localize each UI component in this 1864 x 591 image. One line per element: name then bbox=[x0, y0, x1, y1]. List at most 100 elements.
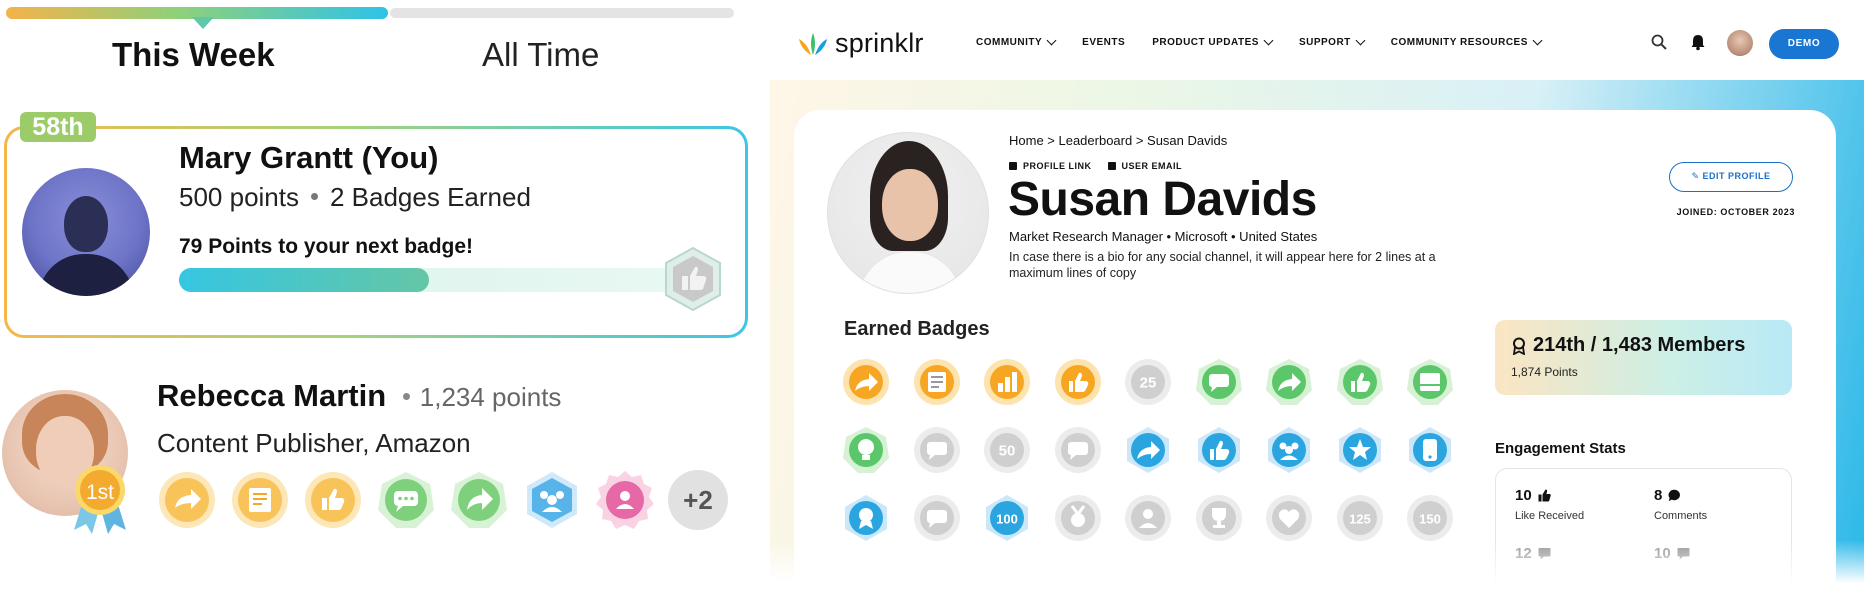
current-user-meta: 500 points 2 Badges Earned bbox=[179, 182, 531, 213]
profile-link-label: PROFILE LINK bbox=[1023, 161, 1092, 171]
logo-text: sprinklr bbox=[835, 28, 924, 58]
heart-badge-icon[interactable] bbox=[1265, 494, 1313, 542]
rank-points: 1,874 Points bbox=[1511, 365, 1578, 379]
leaderboard-panel: This Week All Time 58th Mary Grantt (You… bbox=[0, 0, 770, 591]
50-milestone-badge-icon[interactable]: 50 bbox=[983, 426, 1031, 474]
bottom-fade bbox=[770, 540, 1864, 591]
nav-support-label: SUPPORT bbox=[1298, 37, 1351, 48]
phone-badge-icon[interactable] bbox=[1406, 426, 1454, 474]
thumb-badge-icon[interactable] bbox=[1054, 358, 1102, 406]
chevron-down-icon bbox=[1263, 35, 1274, 46]
forward-badge-icon[interactable] bbox=[1265, 358, 1313, 406]
current-user-badges-earned: 2 Badges Earned bbox=[329, 182, 531, 212]
rank-card: 214th / 1,483 Members 1,874 Points bbox=[1495, 320, 1792, 395]
thumb-badge-icon[interactable] bbox=[1336, 358, 1384, 406]
nav-product-updates-label: PRODUCT UPDATES bbox=[1152, 37, 1259, 48]
demo-button[interactable]: DEMO bbox=[1769, 29, 1839, 59]
search-icon[interactable] bbox=[1650, 33, 1668, 51]
bulb-badge-icon[interactable] bbox=[842, 426, 890, 474]
trophy-badge-icon[interactable] bbox=[1195, 494, 1243, 542]
link-icon bbox=[1009, 162, 1017, 170]
125-milestone-badge-icon[interactable]: 125 bbox=[1336, 494, 1384, 542]
entry-badges: +2 bbox=[157, 470, 728, 530]
chat-badge-icon[interactable] bbox=[1195, 358, 1243, 406]
profile-links: PROFILE LINK USER EMAIL bbox=[1009, 161, 1182, 171]
current-user-avatar bbox=[22, 168, 150, 296]
nav-events-label: EVENTS bbox=[1082, 37, 1126, 48]
user-email-link[interactable]: USER EMAIL bbox=[1107, 161, 1183, 171]
entry-role: Content Publisher, Amazon bbox=[157, 428, 471, 458]
chat-badge-icon[interactable] bbox=[913, 426, 961, 474]
edit-pencil-icon: ✎ bbox=[1691, 171, 1703, 181]
more-badges-count[interactable]: +2 bbox=[668, 470, 728, 530]
current-user-name: Mary Grantt (You) bbox=[179, 140, 439, 175]
top-navigation: sprinklr COMMUNITY EVENTS PRODUCT UPDATE… bbox=[770, 0, 1864, 80]
first-place-ribbon-icon: 1st bbox=[74, 465, 126, 534]
entry-points: 1,234 points bbox=[419, 382, 562, 412]
forward-badge-icon[interactable] bbox=[1124, 426, 1172, 474]
team-badge-icon[interactable] bbox=[1265, 426, 1313, 474]
bell-icon[interactable] bbox=[1689, 33, 1707, 51]
nav-support[interactable]: SUPPORT bbox=[1298, 35, 1366, 48]
joined-date: JOINED: OCTOBER 2023 bbox=[1676, 207, 1795, 217]
chat-badge-icon[interactable] bbox=[1054, 426, 1102, 474]
current-user-rank: 58th bbox=[20, 112, 96, 142]
chart-badge-icon[interactable] bbox=[983, 358, 1031, 406]
svg-text:100: 100 bbox=[996, 512, 1018, 527]
chat-badge-icon[interactable] bbox=[913, 494, 961, 542]
nav-events[interactable]: EVENTS bbox=[1082, 37, 1125, 48]
150-milestone-badge-icon[interactable]: 150 bbox=[1406, 494, 1454, 542]
share-badge-icon bbox=[159, 472, 215, 528]
thumb-badge-icon[interactable] bbox=[1195, 426, 1243, 474]
entry-name: Rebecca Martin bbox=[157, 378, 387, 413]
profile-bio: In case there is a bio for any social ch… bbox=[1009, 250, 1436, 280]
stat-comments-label: Comments bbox=[1654, 510, 1708, 522]
next-badge-progress bbox=[179, 268, 679, 292]
earned-badges-title: Earned Badges bbox=[844, 318, 990, 340]
user-email-label: USER EMAIL bbox=[1121, 161, 1183, 171]
email-icon bbox=[1107, 162, 1116, 170]
share-badge-icon[interactable] bbox=[842, 358, 890, 406]
nav-community-label: COMMUNITY bbox=[976, 37, 1043, 48]
inbox-badge-icon[interactable] bbox=[1406, 358, 1454, 406]
notes-badge-icon[interactable] bbox=[913, 358, 961, 406]
tab-this-week[interactable]: This Week bbox=[112, 36, 275, 74]
profile-link[interactable]: PROFILE LINK bbox=[1009, 161, 1092, 171]
svg-text:50: 50 bbox=[999, 443, 1016, 460]
nav-product-updates[interactable]: PRODUCT UPDATES bbox=[1152, 35, 1274, 48]
current-user-points: 500 points bbox=[179, 182, 299, 212]
entry-name-row: Rebecca Martin 1,234 points bbox=[157, 378, 561, 414]
thumbs-up-icon bbox=[1538, 489, 1551, 502]
svg-text:25: 25 bbox=[1140, 375, 1157, 392]
25-milestone-badge-icon[interactable]: 25 bbox=[1124, 358, 1172, 406]
nav-community-resources[interactable]: COMMUNITY RESOURCES bbox=[1390, 35, 1543, 48]
screenshot-stage: This Week All Time 58th Mary Grantt (You… bbox=[0, 0, 1864, 591]
notes-badge-icon bbox=[232, 472, 288, 528]
stat-likes-label: Like Received bbox=[1515, 510, 1585, 522]
tab-pointer-icon bbox=[192, 17, 214, 29]
forward-badge-icon bbox=[451, 472, 507, 528]
next-badge-thumbs-up-icon bbox=[665, 246, 721, 312]
user-avatar[interactable] bbox=[1727, 30, 1753, 56]
stat-likes-value: 10 bbox=[1515, 487, 1532, 504]
award-badge-icon[interactable] bbox=[842, 494, 890, 542]
medal-badge-icon[interactable] bbox=[1054, 494, 1102, 542]
chevron-down-icon bbox=[1046, 35, 1057, 46]
edit-profile-button[interactable]: ✎ EDIT PROFILE bbox=[1669, 162, 1793, 192]
star-badge-icon[interactable] bbox=[1336, 426, 1384, 474]
person-badge-icon bbox=[596, 471, 654, 529]
tab-all-time[interactable]: All Time bbox=[482, 36, 599, 74]
nav-community[interactable]: COMMUNITY bbox=[976, 35, 1057, 48]
nav-community-resources-label: COMMUNITY RESOURCES bbox=[1390, 37, 1528, 48]
breadcrumb[interactable]: Home > Leaderboard > Susan Davids bbox=[1009, 133, 1227, 148]
next-badge-text: 79 Points to your next badge! bbox=[179, 235, 474, 258]
profile-avatar bbox=[827, 132, 989, 294]
chevron-down-icon bbox=[1532, 35, 1543, 46]
earned-badges-grid: 25 50 100 125 150 bbox=[842, 358, 1454, 542]
tab-indicator-track bbox=[6, 7, 734, 29]
person-badge-icon[interactable] bbox=[1124, 494, 1172, 542]
svg-text:150: 150 bbox=[1419, 512, 1441, 527]
engagement-stats-title: Engagement Stats bbox=[1495, 440, 1626, 457]
100-milestone-badge-icon[interactable]: 100 bbox=[983, 494, 1031, 542]
sprinklr-logo[interactable]: sprinklr bbox=[797, 28, 924, 59]
